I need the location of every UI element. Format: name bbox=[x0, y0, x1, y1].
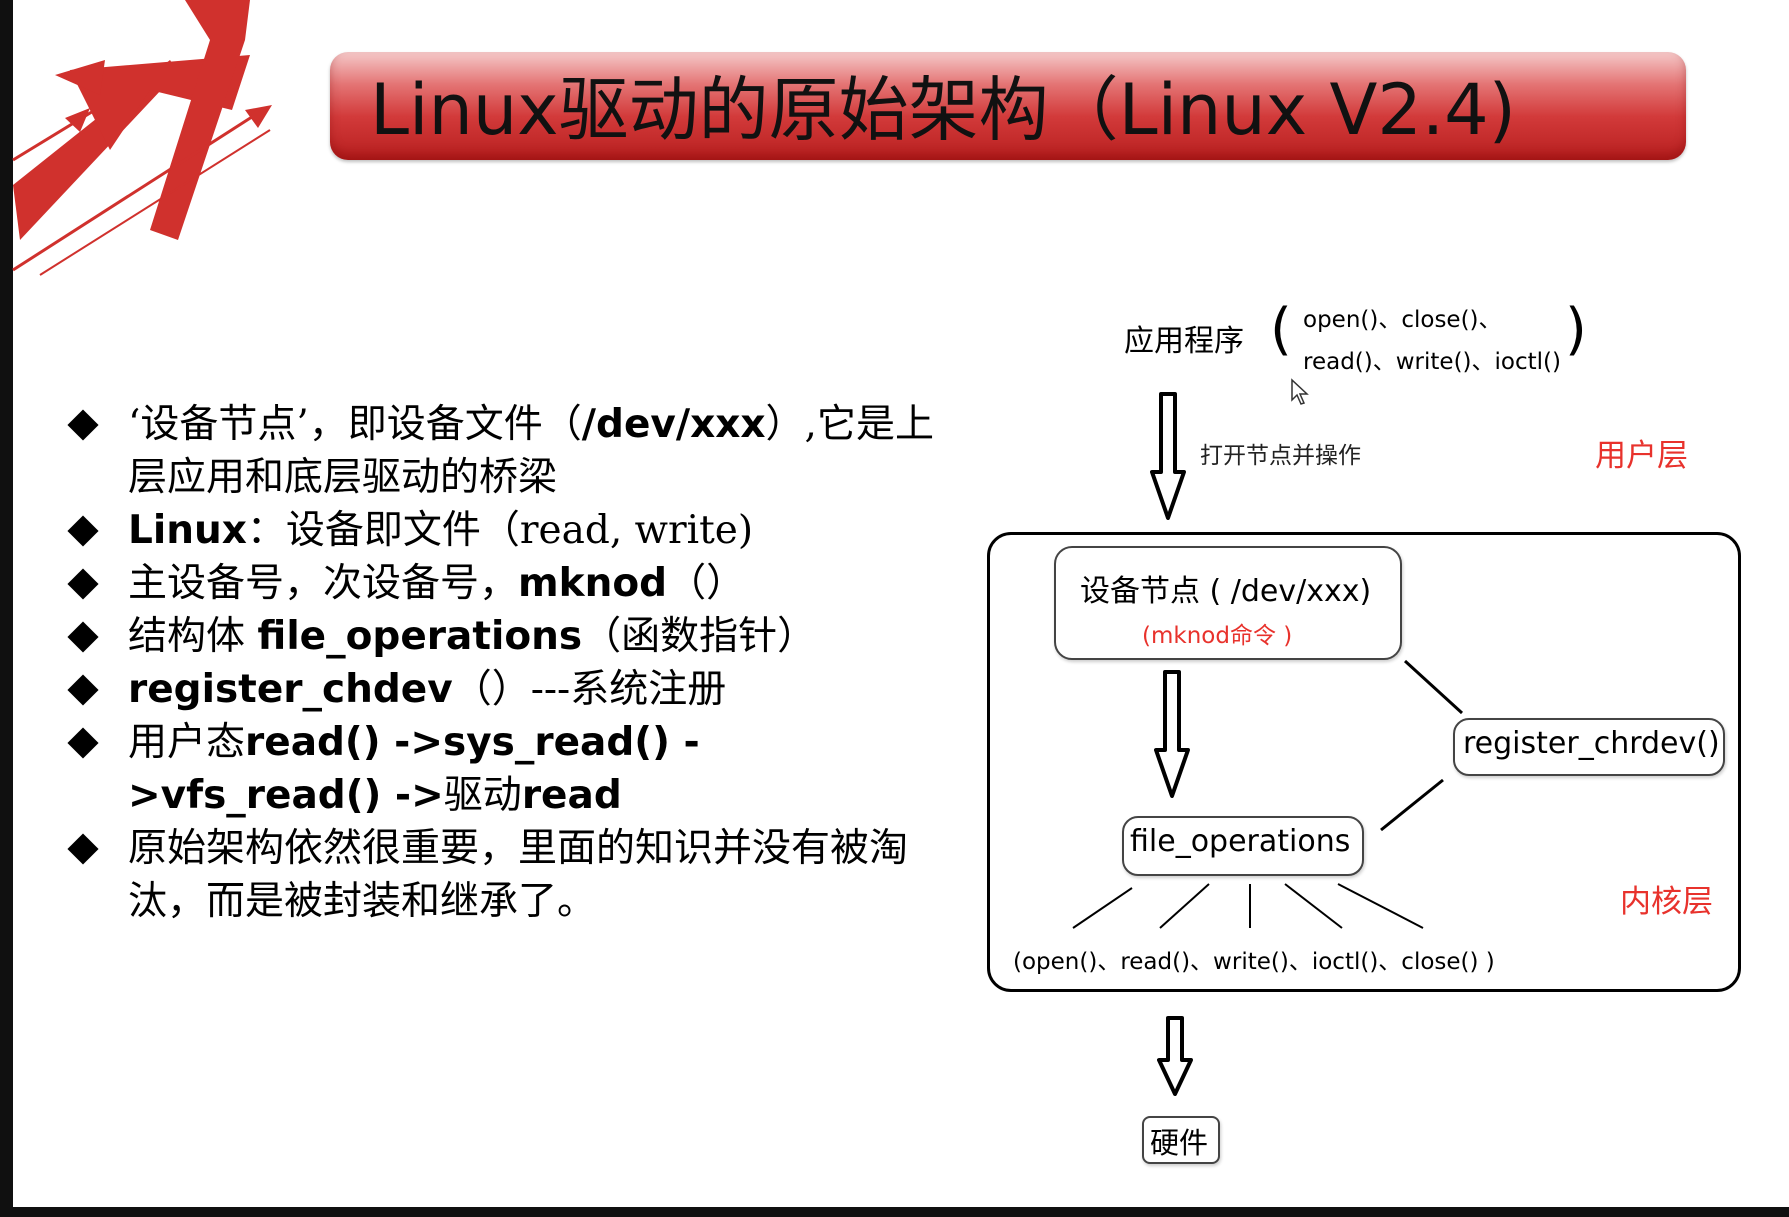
file-operations-label: file_operations bbox=[1130, 824, 1351, 859]
operations-list: (open()、read()、write()、ioctl()、close() ) bbox=[1013, 949, 1495, 975]
register-chrdev-label: register_chrdev() bbox=[1463, 726, 1720, 761]
kernel-layer-label: 内核层 bbox=[1620, 884, 1713, 920]
hardware-label: 硬件 bbox=[1150, 1126, 1209, 1160]
connector-lines bbox=[1072, 659, 1464, 929]
kernel-to-hardware-arrow-icon bbox=[1157, 1016, 1193, 1096]
